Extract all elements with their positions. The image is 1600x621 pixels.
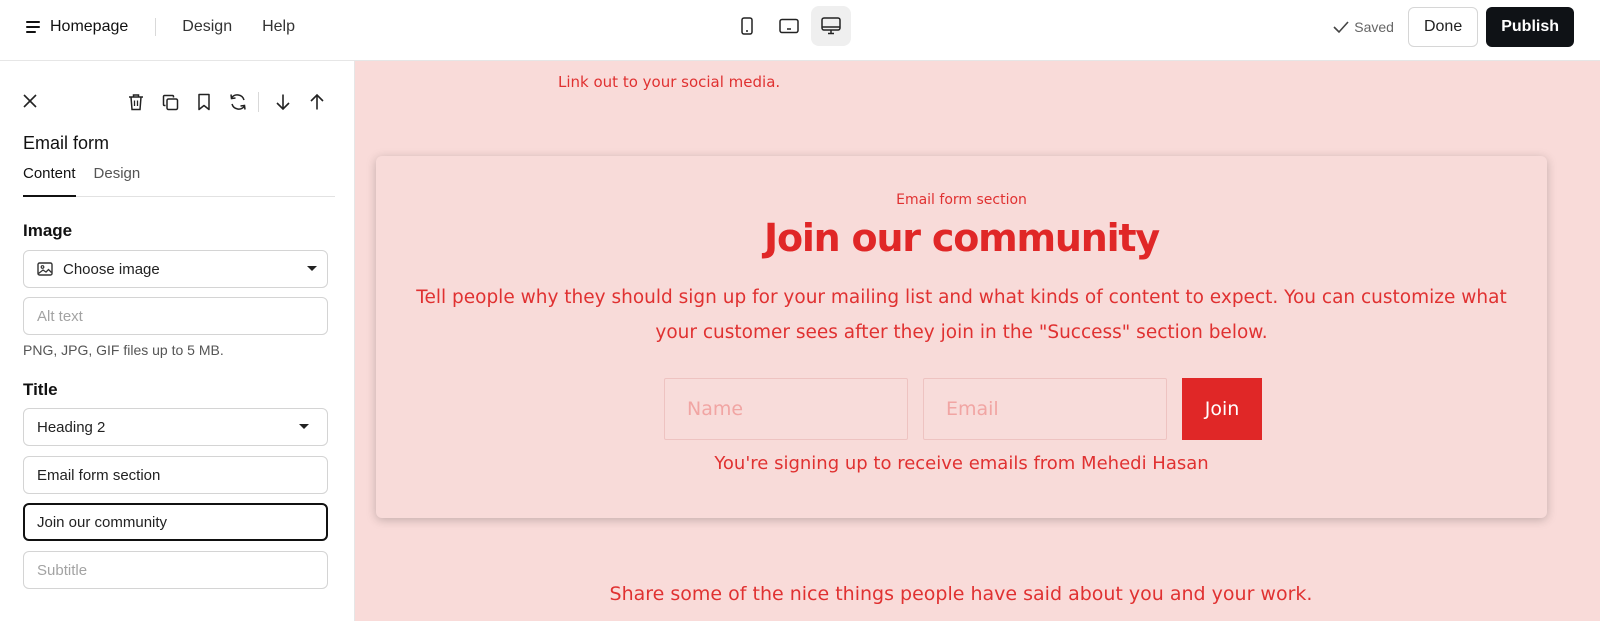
help-menu-link[interactable]: Help <box>262 18 295 36</box>
eyebrow-text-input[interactable]: Email form section <box>23 456 328 494</box>
tablet-preview-button[interactable] <box>769 6 809 46</box>
chevron-down-icon <box>307 266 317 271</box>
close-icon[interactable] <box>22 93 38 114</box>
social-media-text: Link out to your social media. <box>558 73 781 91</box>
page-title[interactable]: Homepage <box>50 18 128 36</box>
settings-panel: Email form Content Design Image Choose i… <box>0 61 355 621</box>
panel-heading: Email form <box>23 133 110 153</box>
email-form-section[interactable]: Email form section Join our community Te… <box>376 156 1547 518</box>
heading-level-select[interactable]: Heading 2 <box>23 408 328 446</box>
join-button[interactable]: Join <box>1182 378 1262 440</box>
section-eyebrow: Email form section <box>896 192 1027 208</box>
desktop-icon <box>821 17 841 35</box>
choose-image-select[interactable]: Choose image <box>23 250 328 288</box>
email-form-row: Name Email Join <box>664 378 1262 440</box>
topbar-left: Homepage Design Help <box>26 0 325 53</box>
tab-content[interactable]: Content <box>23 165 76 197</box>
duplicate-icon[interactable] <box>160 91 180 113</box>
toolbar-divider <box>258 92 259 112</box>
bookmark-icon[interactable] <box>194 91 214 113</box>
top-bar: Homepage Design Help Saved Done Publish <box>0 0 1600 61</box>
email-input[interactable]: Email <box>923 378 1167 440</box>
desktop-preview-button[interactable] <box>811 6 851 46</box>
alt-text-input[interactable]: Alt text <box>23 297 328 335</box>
chevron-down-icon <box>299 424 309 429</box>
design-menu-link[interactable]: Design <box>182 18 232 36</box>
title-section-label: Title <box>23 380 58 399</box>
mobile-icon <box>741 17 753 35</box>
panel-actions <box>126 91 341 113</box>
testimonials-intro-text: Share some of the nice things people hav… <box>609 583 1313 605</box>
heading-level-value: Heading 2 <box>37 418 106 436</box>
name-input[interactable]: Name <box>664 378 908 440</box>
saved-label: Saved <box>1354 19 1394 35</box>
subtitle-input[interactable]: Subtitle <box>23 551 328 589</box>
topbar-right: Saved Done Publish <box>1333 7 1574 47</box>
page-preview-canvas: Link out to your social media. Email for… <box>355 61 1600 621</box>
mobile-preview-button[interactable] <box>727 6 767 46</box>
saved-status: Saved <box>1333 19 1394 35</box>
arrow-down-icon[interactable] <box>273 91 293 113</box>
panel-toolbar <box>22 91 334 115</box>
divider <box>155 17 157 36</box>
done-button[interactable]: Done <box>1407 7 1479 47</box>
image-icon <box>37 262 53 276</box>
tablet-icon <box>779 18 799 34</box>
choose-image-label: Choose image <box>63 260 160 278</box>
arrow-up-icon[interactable] <box>307 91 327 113</box>
publish-button[interactable]: Publish <box>1486 7 1574 47</box>
signup-note: You're signing up to receive emails from… <box>714 453 1209 474</box>
section-description: Tell people why they should sign up for … <box>416 287 1507 343</box>
device-preview-toggle <box>727 6 851 46</box>
tab-design[interactable]: Design <box>94 165 141 197</box>
refresh-icon[interactable] <box>228 91 248 113</box>
panel-tabs: Content Design <box>23 165 335 197</box>
section-title: Join our community <box>764 216 1160 260</box>
check-icon <box>1333 21 1349 34</box>
image-section-label: Image <box>23 221 73 240</box>
image-helper-text: PNG, JPG, GIF files up to 5 MB. <box>23 342 224 358</box>
menu-icon[interactable] <box>26 20 42 33</box>
title-text-input[interactable]: Join our community <box>23 503 328 541</box>
trash-icon[interactable] <box>126 91 146 113</box>
